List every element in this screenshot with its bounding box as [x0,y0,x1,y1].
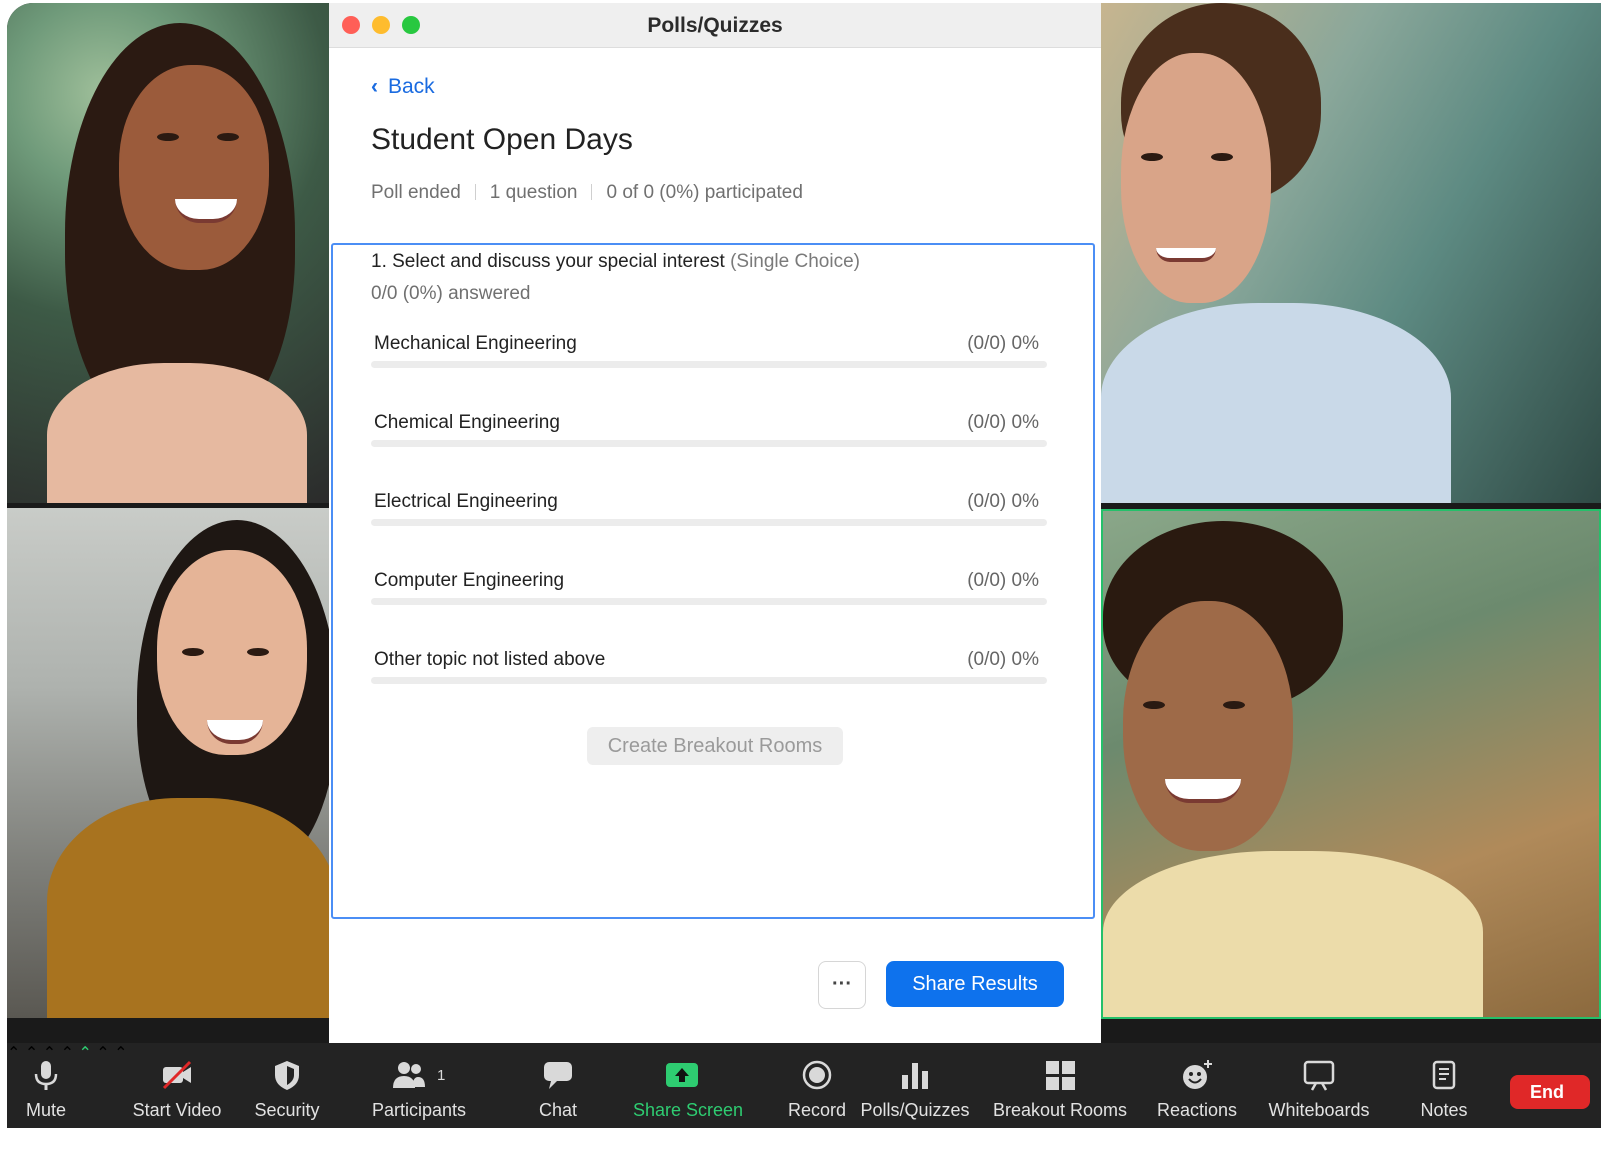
meeting-stage: Polls/Quizzes ‹ Back Student Open Days Po… [7,3,1601,1128]
poll-option: Electrical Engineering (0/0) 0% [371,491,1047,551]
divider [474,184,476,200]
breakout-rooms-icon [1046,1061,1075,1090]
participant-video [1103,511,1599,1017]
window-title: Polls/Quizzes [647,14,783,37]
option-result: (0/0) 0% [967,570,1039,591]
polls-quizzes-label: Polls/Quizzes [860,1100,970,1120]
option-result-bar [371,361,1047,368]
video-tile-bottom-left [7,508,329,1018]
poll-meta: Poll ended 1 question 0 of 0 (0%) particip… [371,182,803,204]
option-label: Mechanical Engineering [374,333,577,354]
option-result: (0/0) 0% [967,649,1039,670]
breakout-rooms-label: Breakout Rooms [992,1100,1128,1120]
more-options-button[interactable]: ··· [818,961,866,1009]
poll-option: Computer Engineering (0/0) 0% [371,570,1047,630]
participant-video [7,508,329,1018]
chevron-left-icon: ‹ [371,75,378,98]
option-result: (0/0) 0% [967,491,1039,512]
poll-option: Mechanical Engineering (0/0) 0% [371,333,1047,393]
option-label: Other topic not listed above [374,649,606,670]
reactions-button[interactable]: Reactions [1155,1043,1239,1128]
record-label: Record [787,1100,847,1120]
video-tile-top-right [1101,3,1601,503]
share-screen-label: Share Screen [632,1100,744,1120]
poll-status: Poll ended [371,182,461,203]
notes-icon [1432,1060,1456,1090]
video-off-icon [162,1060,192,1090]
whiteboards-label: Whiteboards [1268,1100,1370,1120]
option-result: (0/0) 0% [967,333,1039,354]
breakout-rooms-button[interactable]: Breakout Rooms [987,1043,1133,1128]
meeting-toolbar: Mute ⌃ Start Video ⌃ Security 1 Particip… [7,1043,1601,1128]
option-result-bar [371,440,1047,447]
mute-button[interactable]: Mute [13,1043,79,1128]
participant-video [1101,3,1601,503]
shield-icon [275,1061,299,1090]
option-result-bar [371,519,1047,526]
option-label: Computer Engineering [374,570,565,591]
start-video-label: Start Video [132,1100,222,1120]
polls-quizzes-button[interactable]: Polls/Quizzes [857,1043,973,1128]
reactions-label: Reactions [1156,1100,1238,1120]
option-label: Chemical Engineering [374,412,560,433]
whiteboard-icon [1303,1060,1335,1091]
question-text: 1. Select and discuss your special inter… [371,251,860,273]
video-tile-top-left [7,3,329,503]
mute-label: Mute [25,1100,67,1120]
security-button[interactable]: Security [247,1043,327,1128]
poll-option: Chemical Engineering (0/0) 0% [371,412,1047,472]
chevron-up-icon[interactable]: ⌃ [96,1045,109,1062]
smiley-plus-icon [1183,1060,1212,1089]
participants-count: 1 [437,1067,446,1084]
share-screen-button[interactable]: Share Screen [629,1043,747,1128]
back-label: Back [388,75,435,98]
back-link[interactable]: ‹ Back [371,75,435,99]
question-count: 1 question [489,182,578,203]
notes-label: Notes [1420,1100,1468,1120]
option-label: Electrical Engineering [374,491,558,512]
security-label: Security [254,1100,320,1120]
window-titlebar: Polls/Quizzes [329,3,1101,48]
chat-label: Chat [538,1100,578,1120]
participant-video [7,3,329,503]
create-breakout-rooms-button[interactable]: Create Breakout Rooms [587,727,843,765]
microphone-icon [34,1061,58,1090]
chat-bubble-icon [544,1062,572,1089]
question-type: (Single Choice) [730,251,860,272]
chevron-up-icon[interactable]: ⌃ [78,1045,91,1062]
question-title: 1. Select and discuss your special inter… [371,251,725,272]
record-button[interactable]: Record [783,1043,851,1128]
bar-chart-icon [902,1063,928,1089]
poll-option: Other topic not listed above (0/0) 0% [371,649,1047,709]
video-tile-bottom-right-active-speaker [1101,509,1601,1019]
option-result-bar [371,677,1047,684]
share-screen-icon [666,1063,699,1087]
participants-icon [392,1062,425,1088]
participants-label: Participants [371,1100,467,1120]
notes-button[interactable]: Notes [1411,1043,1477,1128]
end-meeting-button[interactable]: End [1510,1075,1590,1109]
option-result: (0/0) 0% [967,412,1039,433]
chat-button[interactable]: Chat [525,1043,591,1128]
answered-count: 0/0 (0%) answered [371,283,531,304]
participation-count: 0 of 0 (0%) participated [606,182,803,203]
start-video-button[interactable]: Start Video [125,1043,229,1128]
option-result-bar [371,598,1047,605]
divider [591,184,593,200]
whiteboards-button[interactable]: Whiteboards [1265,1043,1373,1128]
polls-window: Polls/Quizzes ‹ Back Student Open Days Po… [329,3,1101,1043]
record-icon [802,1060,832,1090]
share-results-button[interactable]: Share Results [886,961,1064,1007]
poll-title: Student Open Days [371,123,633,156]
participants-button[interactable]: 1 Participants [367,1043,471,1128]
